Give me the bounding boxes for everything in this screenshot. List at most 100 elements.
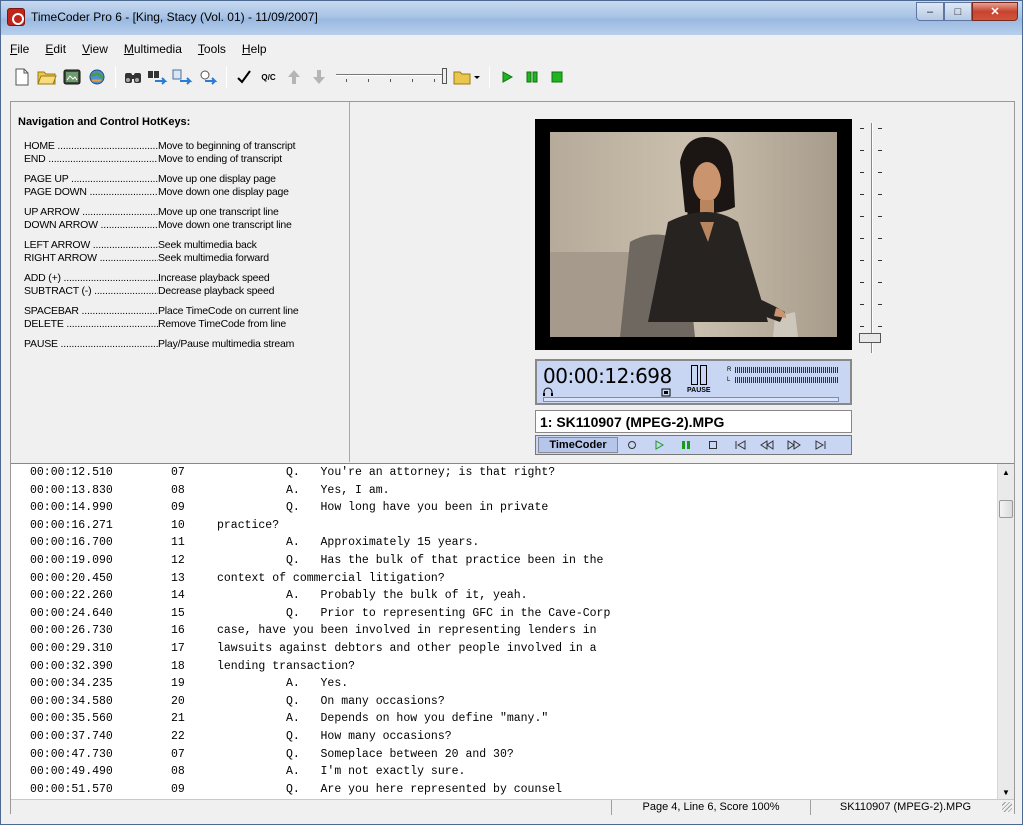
transport-pause-icon[interactable] [672,437,699,453]
speed-slider[interactable] [336,66,448,88]
qc-icon[interactable]: Q/C [257,65,280,89]
transcript-row[interactable]: 00:00:20.450 13 context of commercial liti… [11,572,996,587]
hotkey-key: RIGHT ARROW [24,252,158,265]
fast-forward-icon[interactable] [780,437,807,453]
globe-icon[interactable] [85,65,108,89]
hotkeys-title: Navigation and Control HotKeys: [18,116,191,128]
hotkey-desc: Move to ending of transcript [158,153,282,165]
hotkey-row: ENDMove to ending of transcript [24,153,344,166]
transcript-time: 00:00:13.830 [30,483,113,497]
transcript-time: 00:00:34.580 [30,694,113,708]
hotkey-desc: Seek multimedia forward [158,252,269,264]
open-folder-icon[interactable] [35,65,58,89]
skip-start-icon[interactable] [726,437,753,453]
down-arrow-icon[interactable] [307,65,330,89]
transcript-time: 00:00:26.730 [30,624,113,638]
menu-help[interactable]: Help [234,39,275,59]
transcript-row[interactable]: 00:00:16.271 10 practice? [11,519,996,534]
scroll-thumb[interactable] [999,500,1013,518]
new-document-icon[interactable] [10,65,33,89]
menu-bar: File Edit View Multimedia Tools Help [10,39,275,59]
vertical-scrollbar[interactable]: ▲ ▼ [997,464,1014,799]
resize-grip-icon[interactable] [1002,802,1012,812]
play-icon[interactable] [495,65,518,89]
transcript-row[interactable]: 00:00:26.730 16 case, have you been involv… [11,624,996,639]
close-button[interactable]: ✕ [972,2,1018,21]
replace-icon[interactable] [196,65,219,89]
menu-multimedia[interactable]: Multimedia [116,39,190,59]
toolbar-separator [115,66,116,88]
rewind-icon[interactable] [753,437,780,453]
volume-tick [860,150,864,151]
transcript-row[interactable]: 00:00:22.260 14 A. Probably the bulk of i… [11,589,996,604]
maximize-button[interactable]: □ [944,2,972,21]
transcript-row[interactable]: 00:00:49.490 08 A. I'm not exactly sure. [11,765,996,780]
meter-right-bar [735,366,839,373]
hotkey-key: LEFT ARROW [24,239,158,252]
transcript-row[interactable]: 00:00:37.740 22 Q. How many occasions? [11,730,996,745]
transport-stop-icon[interactable] [699,437,726,453]
minimize-button[interactable]: – [916,2,944,21]
transcript-line: 08 [171,765,185,779]
hotkey-group: ADD (+)Increase playback speed SUBTRACT … [24,272,344,298]
find-next-icon[interactable] [146,65,169,89]
media-progress-bar[interactable] [543,397,839,402]
transcript-time: 00:00:16.271 [30,518,113,532]
record-icon[interactable] [60,65,83,89]
window-controls: – □ ✕ [916,2,1018,22]
record-circle-icon[interactable] [618,437,645,453]
volume-slider[interactable] [854,123,886,360]
transcript-text: lawsuits against debtors and other peopl… [217,642,597,655]
transcript-text: context of commercial litigation? [217,571,445,585]
hotkey-row: RIGHT ARROWSeek multimedia forward [24,252,344,265]
transcript-row[interactable]: 00:00:13.830 08 A. Yes, I am. [11,484,996,499]
folder-dropdown-icon[interactable] [452,65,482,89]
menu-view[interactable]: View [74,39,116,59]
up-arrow-icon[interactable] [282,65,305,89]
check-icon[interactable] [232,65,255,89]
slider-handle[interactable] [442,68,447,84]
transcript-row[interactable]: 00:00:24.640 15 Q. Prior to representing … [11,607,996,622]
toolbar: Q/C [10,61,1014,93]
transcript-row[interactable]: 00:00:34.235 19 A. Yes. [11,677,996,692]
transcript-pane[interactable]: 00:00:51.570 09 Q. Are you here represent… [11,463,1014,799]
volume-tick [860,128,864,129]
hotkeys-list: HOMEMove to beginning of transcript ENDM… [24,140,344,358]
title-bar[interactable]: TimeCoder Pro 6 - [King, Stacy (Vol. 01)… [1,1,1022,35]
slider-tick [346,79,347,82]
scroll-up-icon[interactable]: ▲ [998,464,1014,480]
binoculars-icon[interactable] [121,65,144,89]
transcript-row[interactable]: 00:00:14.990 09 Q. How long have you been… [11,501,996,516]
pause-icon[interactable] [520,65,543,89]
transcript-row[interactable]: 00:00:35.560 21 A. Depends on how you def… [11,712,996,727]
transcript-time: 00:00:24.640 [30,606,113,620]
hotkey-key: HOME [24,140,158,153]
transcript-line: 11 [171,536,185,550]
stop-icon[interactable] [545,65,568,89]
transcript-row[interactable]: 00:00:29.310 17 lawsuits against debtors a… [11,642,996,657]
transport-play-icon[interactable] [645,437,672,453]
menu-edit[interactable]: Edit [37,39,74,59]
transcript-row[interactable]: 00:00:34.580 20 Q. On many occasions? [11,695,996,710]
find-prev-icon[interactable] [171,65,194,89]
transcript-line: 08 [171,483,185,497]
scroll-down-icon[interactable]: ▼ [998,784,1014,799]
transcript-row[interactable]: 00:00:19.090 12 Q. Has the bulk of that p… [11,554,996,569]
transcript-line: 18 [171,659,185,673]
menu-tools[interactable]: Tools [190,39,234,59]
transcript-row[interactable]: 00:00:16.700 11 A. Approximately 15 years… [11,536,996,551]
transcript-row[interactable]: 00:00:32.390 18 lending transaction? [11,660,996,675]
menu-file[interactable]: File [10,39,37,59]
app-icon[interactable] [7,8,25,26]
volume-thumb[interactable] [859,333,881,343]
transcript-time: 00:00:51.570 [30,782,113,796]
transcript-time: 00:00:37.740 [30,730,113,743]
hotkey-key: ADD (+) [24,272,158,285]
transcript-text: Q. On many occasions? [217,694,445,708]
transcript-row[interactable]: 00:00:47.730 07 Q. Someplace between 20 a… [11,748,996,763]
transcript-time: 00:00:20.450 [30,571,113,585]
video-frame[interactable] [535,119,852,350]
skip-end-icon[interactable] [807,437,834,453]
transcript-row[interactable]: 00:00:12.510 07 Q. You're an attorney; is… [11,466,996,481]
transcript-row[interactable]: 00:00:51.570 09 Q. Are you here represent… [11,783,996,798]
